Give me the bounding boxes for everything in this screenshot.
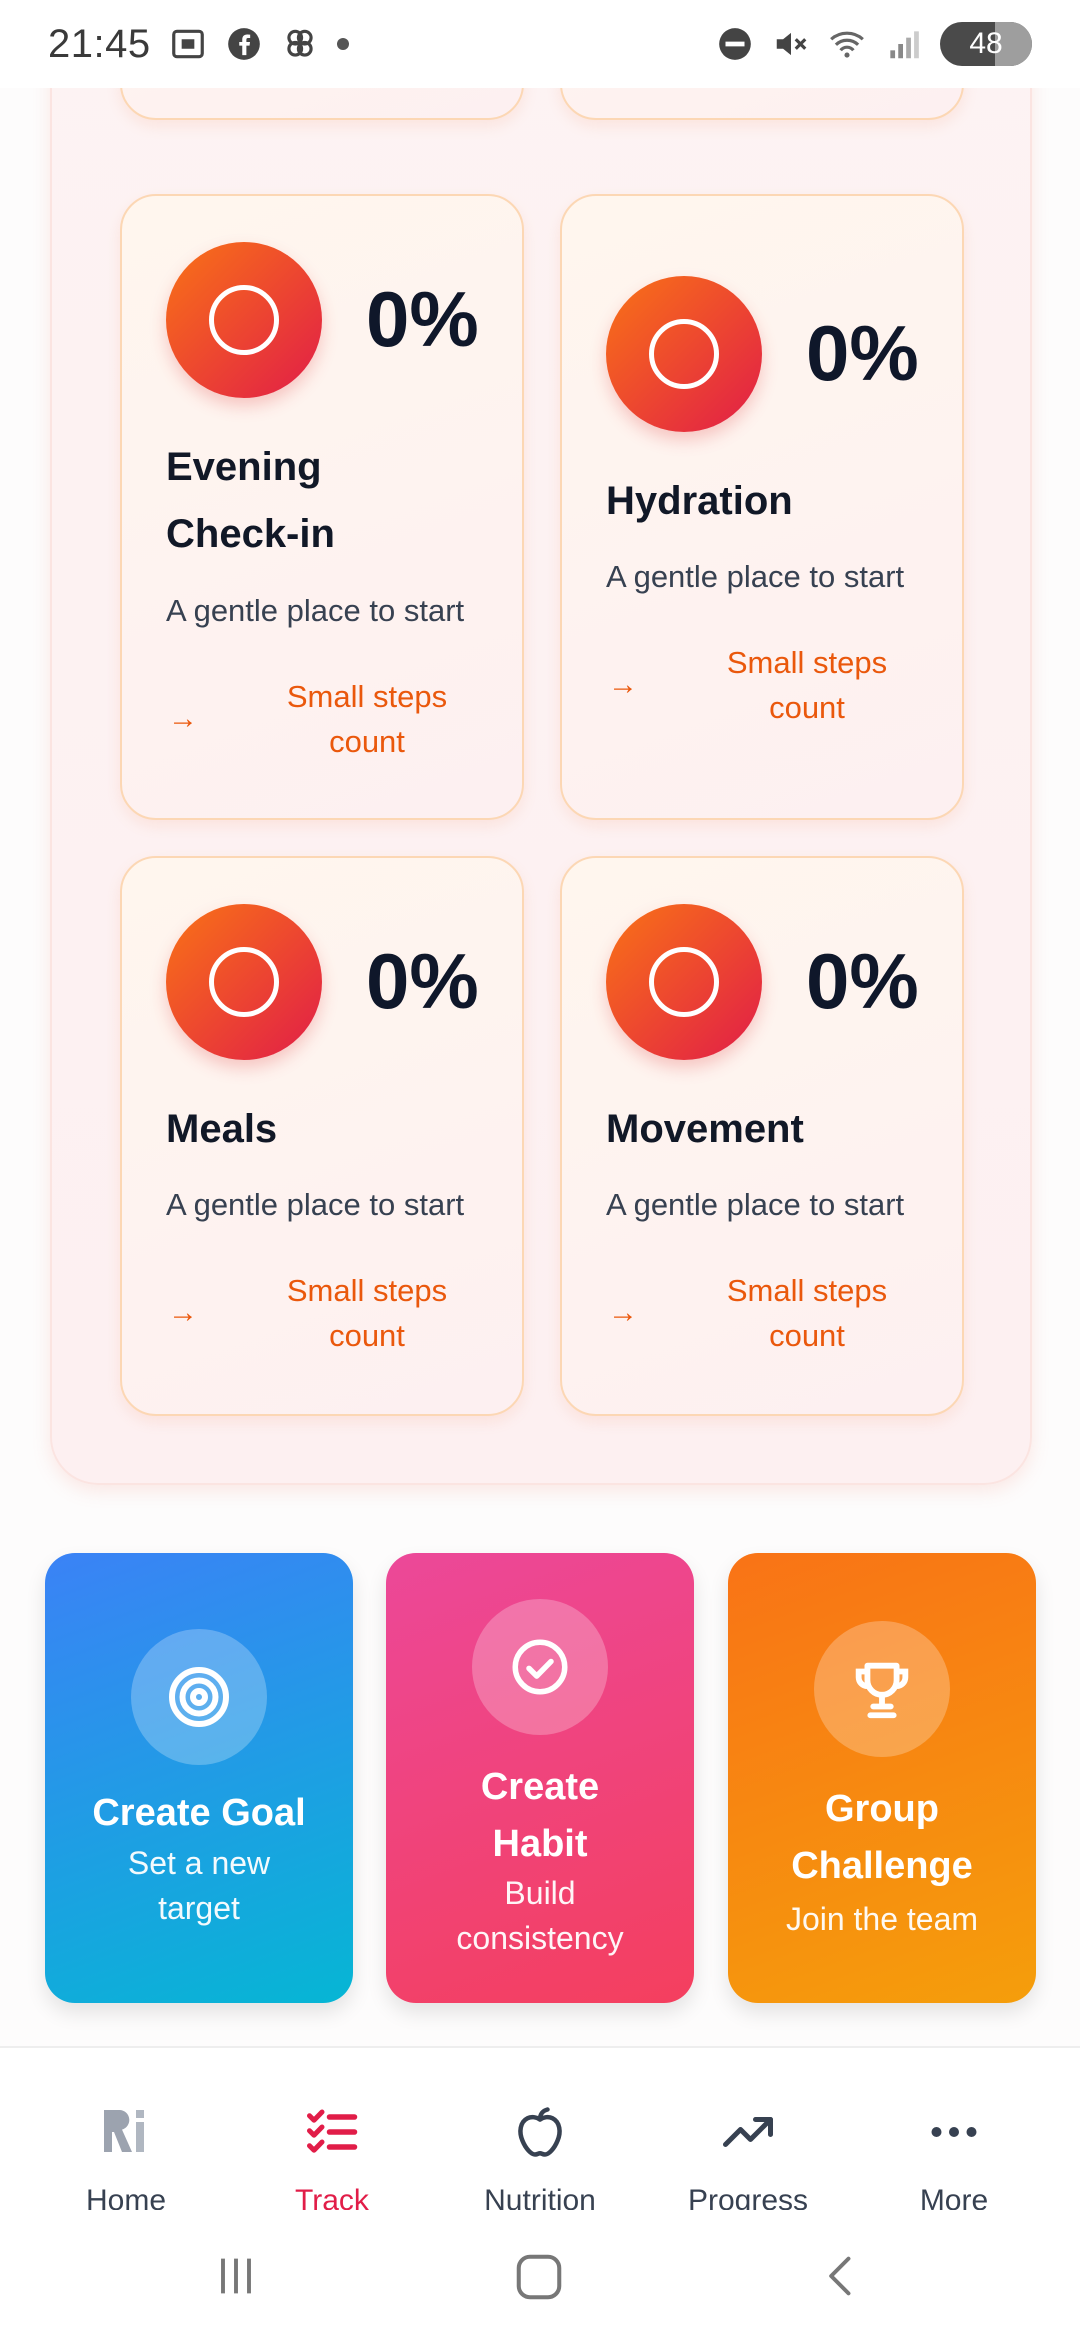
card-description: A gentle place to start	[606, 559, 905, 594]
card-link[interactable]: Small steps count	[692, 1268, 922, 1358]
tile-subtitle: Set a new target	[127, 1845, 271, 1926]
tile-title: Create Habit	[480, 1766, 600, 1865]
pinwheel-icon	[286, 29, 313, 57]
icon-circle	[814, 1621, 950, 1757]
tracking-panel: start 0% Evening Check-in A gentle place…	[50, 0, 1032, 1485]
ring-icon	[209, 285, 279, 355]
dot-icon	[336, 38, 349, 50]
facebook-icon	[227, 28, 260, 60]
target-icon	[169, 1667, 229, 1727]
card-title: Movement	[606, 1107, 804, 1151]
card-description: A gentle place to start	[606, 1187, 905, 1222]
card-description: A gentle place to start	[166, 1187, 465, 1222]
battery-indicator: 48	[940, 22, 1032, 66]
nav-item-more[interactable]: More	[846, 2048, 1062, 2217]
ring-icon	[209, 947, 279, 1017]
card-title: Hydration	[606, 479, 793, 523]
progress-percent: 0%	[806, 937, 919, 1025]
status-right: 48	[716, 22, 1032, 66]
progress-percent: 0%	[366, 275, 479, 363]
card-link[interactable]: Small steps count	[252, 1268, 482, 1358]
progress-ring	[606, 276, 762, 432]
status-left: 21:45	[48, 22, 349, 67]
screen: 21:45 48 0% Evening Check-in A gentle pl…	[0, 0, 1080, 2340]
icon-circle	[472, 1599, 608, 1735]
recent-apps-icon[interactable]	[210, 2250, 262, 2302]
ring-icon	[649, 319, 719, 389]
nav-item-progress[interactable]: Progress	[640, 2048, 856, 2217]
tile-subtitle: Build consistency	[456, 1875, 624, 1956]
tile-title: Create Goal	[92, 1792, 306, 1834]
back-icon[interactable]	[816, 2250, 868, 2302]
card-description: A gentle place to start	[166, 593, 465, 628]
status-time: 21:45	[48, 21, 151, 66]
create-habit-button[interactable]: Create Habit Build consistency	[386, 1553, 694, 2003]
signal-icon	[890, 31, 919, 59]
checklist-icon	[307, 2109, 358, 2153]
nav-item-home[interactable]: Home	[18, 2048, 234, 2217]
home-button-icon[interactable]	[512, 2250, 566, 2304]
check-circle-icon	[512, 1639, 568, 1695]
nav-item-track[interactable]: Track	[224, 2048, 440, 2217]
progress-percent: 0%	[366, 937, 479, 1025]
trophy-icon	[855, 1662, 909, 1719]
bottom-nav: Home Track Nutrition Progress More	[0, 2046, 1080, 2217]
group-challenge-button[interactable]: Group Challenge Join the team	[728, 1553, 1036, 2003]
ring-icon	[649, 947, 719, 1017]
more-dots-icon	[931, 2127, 977, 2137]
wifi-icon	[830, 31, 864, 58]
system-nav-bar	[0, 2210, 1080, 2340]
nav-item-nutrition[interactable]: Nutrition	[432, 2048, 648, 2217]
card-link[interactable]: Small steps count	[252, 674, 482, 764]
home-logo-icon	[104, 2110, 144, 2152]
screenshot-icon	[171, 29, 204, 59]
status-bar: 21:45 48	[0, 0, 1080, 88]
progress-percent: 0%	[806, 309, 919, 397]
create-goal-button[interactable]: Create Goal Set a new target	[45, 1553, 353, 2003]
arrow-right-icon: →	[608, 1296, 638, 1329]
battery-level: 48	[969, 27, 1003, 60]
card-movement[interactable]: 0% Movement A gentle place to start → Sm…	[560, 856, 964, 1416]
arrow-right-icon: →	[168, 1296, 198, 1329]
progress-ring	[166, 242, 322, 398]
progress-ring	[166, 904, 322, 1060]
progress-ring	[606, 904, 762, 1060]
icon-circle	[131, 1629, 267, 1765]
tile-subtitle: Join the team	[785, 1901, 979, 1937]
arrow-right-icon: →	[168, 702, 198, 735]
card-hydration[interactable]: 0% Hydration A gentle place to start → S…	[560, 194, 964, 820]
card-meals[interactable]: 0% Meals A gentle place to start → Small…	[120, 856, 524, 1416]
trending-up-icon	[723, 2117, 773, 2147]
dnd-icon	[719, 28, 751, 60]
mute-icon	[776, 32, 807, 56]
card-title: Evening Check-in	[166, 445, 335, 556]
card-title: Meals	[166, 1107, 278, 1151]
arrow-right-icon: →	[608, 668, 638, 701]
card-evening-checkin[interactable]: 0% Evening Check-in A gentle place to st…	[120, 194, 524, 820]
tile-title: Group Challenge	[791, 1788, 973, 1887]
card-link[interactable]: Small steps count	[692, 640, 922, 730]
apple-icon	[518, 2107, 562, 2157]
